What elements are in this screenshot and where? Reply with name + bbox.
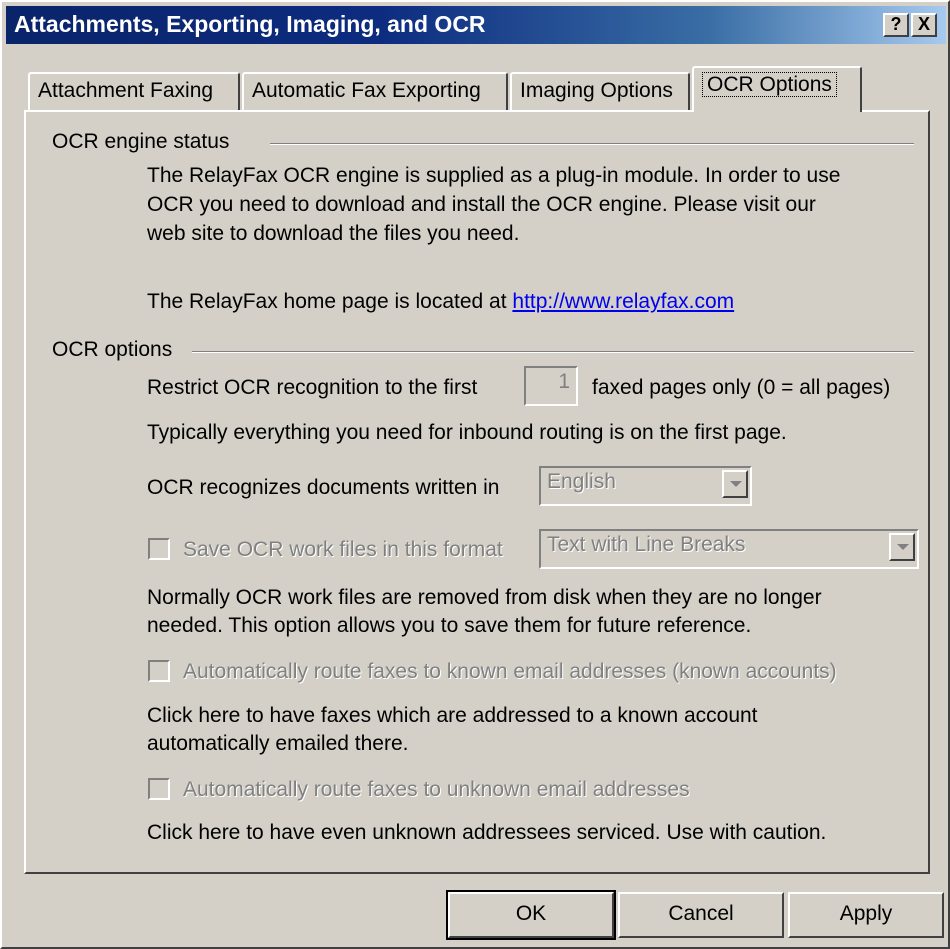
engine-status-line-3: web site to download the files you need. (147, 222, 520, 245)
homepage-text: The RelayFax home page is located at htt… (147, 286, 734, 317)
save-help-line-1: Normally OCR work files are removed from… (147, 586, 822, 609)
restrict-pages-input[interactable]: 1 (524, 366, 578, 406)
ok-button[interactable]: OK (446, 890, 616, 940)
apply-button[interactable]: Apply (788, 892, 944, 938)
restrict-pages-value: 1 (558, 370, 570, 393)
restrict-suffix: faxed pages only (0 = all pages) (592, 376, 891, 399)
chevron-down-icon (730, 481, 742, 487)
route-unknown-help: Click here to have even unknown addresse… (147, 821, 827, 844)
restrict-label: Restrict OCR recognition to the first (147, 376, 478, 399)
save-help-line-2: needed. This option allows you to save t… (147, 614, 752, 637)
route-unknown-checkbox[interactable] (148, 778, 170, 800)
save-format-select[interactable]: Text with Line Breaks (539, 529, 919, 569)
route-known-help-line-2: automatically emailed there. (147, 732, 409, 755)
tab-label: Automatic Fax Exporting (252, 79, 481, 102)
route-unknown-label: Automatically route faxes to unknown ema… (183, 778, 690, 801)
save-work-files-checkbox[interactable] (148, 538, 170, 560)
tab-imaging-options[interactable]: Imaging Options (510, 72, 690, 110)
language-dropdown-button[interactable] (722, 470, 748, 498)
tab-ocr-options[interactable]: OCR Options (692, 66, 862, 112)
homepage-prefix: The RelayFax home page is located at (147, 290, 507, 313)
ocr-options-divider (192, 351, 914, 353)
route-known-help-line-1: Click here to have faxes which are addre… (147, 704, 758, 727)
save-format-dropdown-button[interactable] (889, 533, 915, 561)
tab-label: Attachment Faxing (38, 79, 214, 102)
help-button[interactable]: ? (883, 13, 909, 37)
engine-status-heading: OCR engine status (52, 130, 230, 153)
language-select[interactable]: English (539, 466, 752, 506)
close-icon: X (917, 14, 930, 34)
tab-label: OCR Options (702, 72, 837, 97)
route-known-checkbox[interactable] (148, 660, 170, 682)
homepage-link[interactable]: http://www.relayfax.com (512, 290, 734, 313)
tab-attachment-faxing[interactable]: Attachment Faxing (28, 72, 240, 110)
restrict-help: Typically everything you need for inboun… (147, 421, 787, 444)
tab-automatic-fax-exporting[interactable]: Automatic Fax Exporting (242, 72, 508, 110)
close-button[interactable]: X (911, 13, 937, 37)
engine-status-line-1: The RelayFax OCR engine is supplied as a… (147, 164, 841, 187)
ocr-options-heading: OCR options (52, 338, 173, 361)
engine-status-line-2: OCR you need to download and install the… (147, 193, 816, 216)
save-work-files-label: Save OCR work files in this format (183, 538, 503, 561)
tab-label: Imaging Options (520, 79, 673, 102)
dialog-window: Attachments, Exporting, Imaging, and OCR… (0, 0, 950, 949)
help-icon: ? (890, 14, 902, 34)
save-format-value: Text with Line Breaks (547, 533, 746, 556)
cancel-button[interactable]: Cancel (618, 892, 784, 938)
route-known-label: Automatically route faxes to known email… (183, 660, 837, 683)
title-bar[interactable]: Attachments, Exporting, Imaging, and OCR… (6, 6, 946, 44)
language-value: English (547, 470, 616, 493)
chevron-down-icon (897, 544, 909, 550)
language-label: OCR recognizes documents written in (147, 476, 500, 499)
engine-status-divider (270, 143, 914, 145)
window-title: Attachments, Exporting, Imaging, and OCR (14, 11, 486, 37)
